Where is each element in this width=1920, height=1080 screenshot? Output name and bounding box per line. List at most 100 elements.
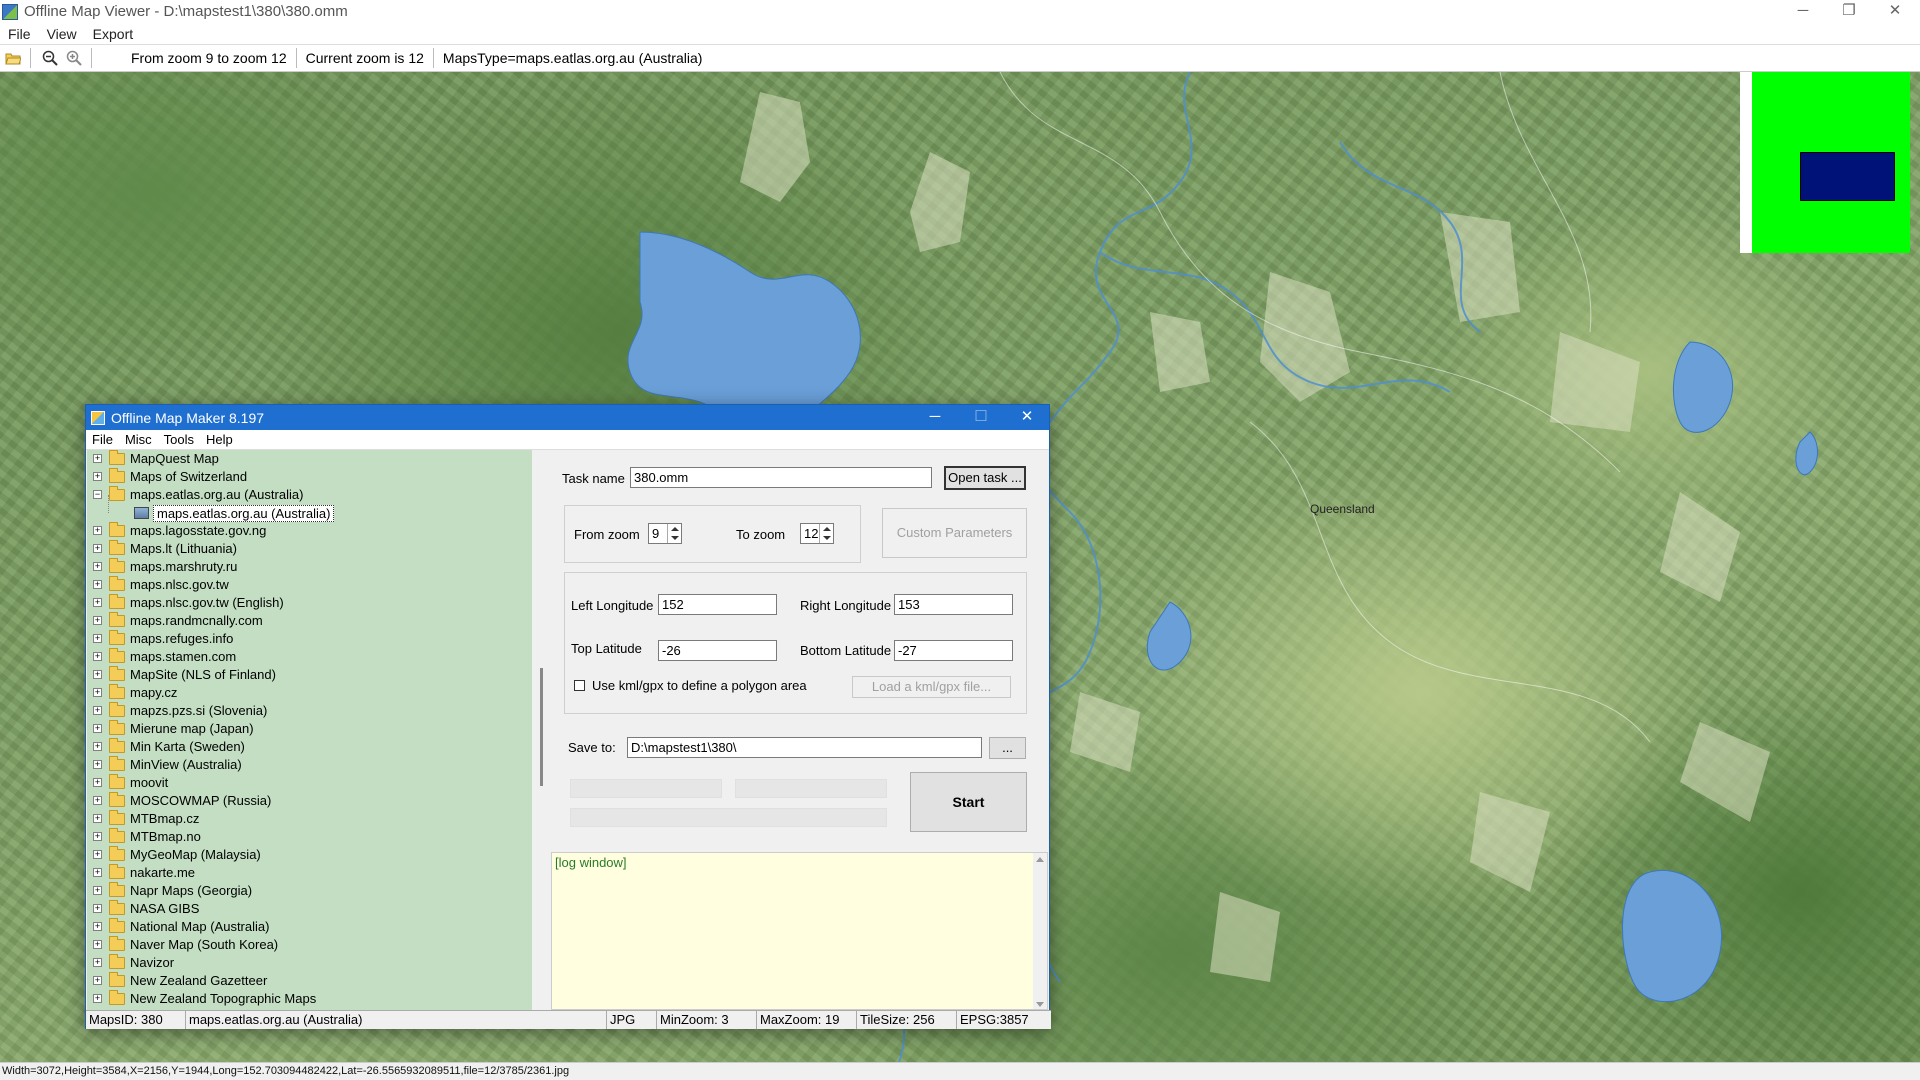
scrollbar-thumb[interactable] [540,668,543,786]
menu-view[interactable]: View [39,26,85,42]
tree-folder-item[interactable]: + maps.refuges.info [87,630,532,648]
expand-icon[interactable]: + [93,760,102,769]
tree-folder-item[interactable]: + maps.nlsc.gov.tw (English) [87,594,532,612]
expand-icon[interactable]: + [93,868,102,877]
tree-folder-item[interactable]: + Navizor [87,954,532,972]
expand-icon[interactable]: + [93,562,102,571]
tree-folder-item[interactable]: + MapSite (NLS of Finland) [87,666,532,684]
menu-misc[interactable]: Misc [119,432,158,447]
close-icon[interactable]: ✕ [1004,405,1050,430]
expand-icon[interactable]: + [93,778,102,787]
expand-icon[interactable]: + [93,544,102,553]
start-button[interactable]: Start [910,772,1027,832]
toolbar-separator [30,48,31,68]
bottom-latitude-field[interactable]: -27 [894,640,1013,661]
menu-tools[interactable]: Tools [158,432,200,447]
close-icon[interactable]: ✕ [1872,0,1918,23]
tree-folder-item[interactable]: + National Map (Australia) [87,918,532,936]
expand-icon[interactable]: + [93,616,102,625]
from-zoom-spinner[interactable]: 9 [648,523,682,544]
expand-icon[interactable]: + [93,454,102,463]
expand-icon[interactable]: + [93,994,102,1003]
expand-icon[interactable]: + [93,652,102,661]
map-source-tree[interactable]: + MapQuest Map + Maps of Switzerland − maps.e… [87,450,532,1010]
expand-icon[interactable]: + [93,850,102,859]
expand-icon[interactable]: + [93,904,102,913]
tree-folder-item[interactable]: + maps.marshruty.ru [87,558,532,576]
tree-folder-item[interactable]: + maps.nlsc.gov.tw [87,576,532,594]
restore-icon[interactable]: ❐ [1826,0,1872,23]
tree-folder-item[interactable]: + Maps.lt (Lithuania) [87,540,532,558]
expand-icon[interactable]: + [93,796,102,805]
log-scrollbar[interactable] [1033,853,1047,1009]
expand-icon[interactable]: + [93,724,102,733]
open-folder-icon[interactable] [2,47,24,69]
tree-folder-item[interactable]: − maps.eatlas.org.au (Australia) [87,486,532,504]
expand-icon[interactable]: + [93,940,102,949]
tree-folder-item[interactable]: + nakarte.me [87,864,532,882]
task-name-field[interactable]: 380.omm [630,467,932,488]
collapse-icon[interactable]: − [93,490,102,499]
zoom-in-icon[interactable] [63,47,85,69]
expand-icon[interactable]: + [93,472,102,481]
tree-folder-item[interactable]: + maps.stamen.com [87,648,532,666]
expand-icon[interactable]: + [93,886,102,895]
spinner-arrows-icon[interactable] [667,524,681,543]
tree-folder-item[interactable]: + New Zealand Topographic Maps [87,990,532,1008]
tree-folder-item[interactable]: + MinView (Australia) [87,756,532,774]
expand-icon[interactable]: + [93,706,102,715]
expand-icon[interactable]: + [93,598,102,607]
to-zoom-spinner[interactable]: 12 [800,523,834,544]
tree-folder-item[interactable]: + moovit [87,774,532,792]
tree-folder-item[interactable]: + Napr Maps (Georgia) [87,882,532,900]
overview-minimap[interactable] [1740,72,1910,253]
tree-folder-item[interactable]: + NASA GIBS [87,900,532,918]
expand-icon[interactable]: + [93,634,102,643]
expand-icon[interactable]: + [93,958,102,967]
expand-icon[interactable]: + [93,670,102,679]
expand-icon[interactable]: + [93,976,102,985]
tree-folder-item[interactable]: + MyGeoMap (Malaysia) [87,846,532,864]
expand-icon[interactable]: + [93,814,102,823]
expand-icon[interactable]: + [93,832,102,841]
expand-icon[interactable]: + [93,688,102,697]
folder-icon [109,792,125,807]
minimize-icon[interactable]: ─ [1780,0,1826,23]
open-task-button[interactable]: Open task ... [944,466,1026,490]
tree-folder-item[interactable]: + Naver Map (South Korea) [87,936,532,954]
tree-folder-item[interactable]: + Maps of Switzerland [87,468,532,486]
tree-folder-item[interactable]: + MTBmap.cz [87,810,532,828]
menu-file[interactable]: File [86,432,119,447]
tree-folder-item[interactable]: + maps.lagosstate.gov.ng [87,522,532,540]
tree-folder-item[interactable]: + mapzs.pzs.si (Slovenia) [87,702,532,720]
expand-icon[interactable]: + [93,526,102,535]
tree-folder-item[interactable]: + New Zealand Gazetteer [87,972,532,990]
menu-file[interactable]: File [0,26,39,42]
log-window[interactable]: [log window] [551,852,1048,1010]
minimap-viewport[interactable] [1800,152,1895,201]
expand-icon[interactable]: + [93,742,102,751]
tree-folder-item[interactable]: + MapQuest Map [87,450,532,468]
tree-folder-item[interactable]: + mapy.cz [87,684,532,702]
menu-export[interactable]: Export [85,26,141,42]
tree-folder-item[interactable]: + MOSCOWMAP (Russia) [87,792,532,810]
menu-help[interactable]: Help [200,432,239,447]
tree-folder-item[interactable]: + maps.randmcnally.com [87,612,532,630]
tree-scrollbar[interactable] [537,450,547,1010]
save-to-field[interactable]: D:\mapstest1\380\ [627,737,982,758]
tree-child-item[interactable]: maps.eatlas.org.au (Australia) [87,495,532,522]
tree-folder-item[interactable]: + MTBmap.no [87,828,532,846]
minimize-icon[interactable]: ─ [912,405,958,430]
top-latitude-field[interactable]: -26 [658,640,777,661]
tree-folder-item[interactable]: + Mierune map (Japan) [87,720,532,738]
browse-button[interactable]: ... [989,737,1026,759]
left-longitude-field[interactable]: 152 [658,594,777,615]
expand-icon[interactable]: + [93,580,102,589]
map-place-label: Queensland [1310,502,1375,516]
spinner-arrows-icon[interactable] [819,524,833,543]
expand-icon[interactable]: + [93,922,102,931]
kml-checkbox[interactable] [574,680,585,691]
zoom-out-icon[interactable] [39,47,61,69]
tree-folder-item[interactable]: + Min Karta (Sweden) [87,738,532,756]
right-longitude-field[interactable]: 153 [894,594,1013,615]
